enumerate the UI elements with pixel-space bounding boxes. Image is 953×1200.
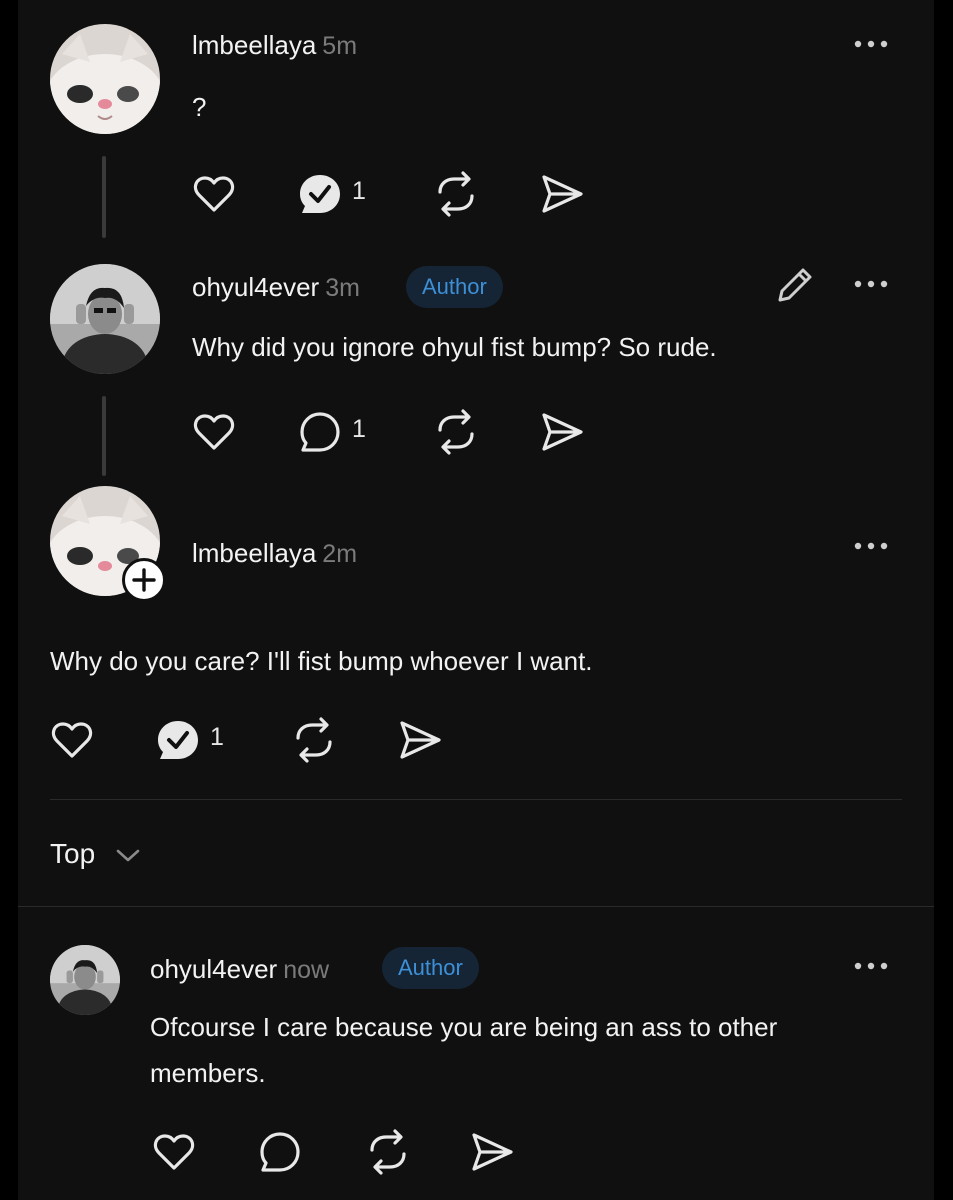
send-icon: [542, 175, 583, 213]
repost-button[interactable]: [432, 408, 480, 461]
repost-icon: [438, 409, 474, 455]
pencil-icon: [778, 268, 812, 302]
username-label: lmbeellaya: [192, 30, 317, 60]
username-label: lmbeellaya: [192, 538, 317, 568]
repost-button[interactable]: [364, 1128, 412, 1181]
repost-button[interactable]: [290, 716, 338, 769]
repost-icon: [296, 717, 332, 763]
reply-count: 1: [352, 177, 366, 205]
username[interactable]: lmbeellaya 5m: [192, 30, 357, 61]
share-button[interactable]: [468, 1128, 516, 1181]
username[interactable]: lmbeellaya 2m: [192, 538, 357, 569]
avatar[interactable]: [50, 264, 160, 374]
more-button[interactable]: [852, 536, 892, 556]
username[interactable]: ohyul4ever now: [150, 954, 329, 985]
comment-check-icon: [158, 721, 198, 759]
sort-dropdown[interactable]: Top: [50, 838, 143, 870]
reply-button[interactable]: [154, 716, 202, 769]
like-button[interactable]: [150, 1128, 198, 1181]
plus-icon: [132, 568, 156, 592]
timestamp: 2m: [322, 540, 358, 568]
timestamp: 5m: [322, 32, 358, 60]
repost-icon: [370, 1129, 406, 1175]
thread-line: [102, 396, 106, 476]
username-label: ohyul4ever: [192, 272, 320, 302]
reply-button[interactable]: [256, 1128, 304, 1181]
share-button[interactable]: [538, 170, 586, 223]
chevron-down-icon: [116, 849, 140, 861]
heart-icon: [153, 1134, 195, 1170]
thread-view: lmbeellaya 5m ? 1 ohyul4ever 3m Author W…: [18, 0, 934, 1200]
reply-count: 1: [210, 723, 224, 751]
repost-icon: [438, 171, 474, 217]
comment-text-line: members.: [150, 1058, 266, 1088]
avatar[interactable]: [50, 945, 120, 1015]
post-text: Why did you ignore ohyul fist bump? So r…: [192, 332, 717, 362]
avatar[interactable]: [50, 24, 160, 134]
sort-label: Top: [50, 838, 96, 869]
divider: [18, 906, 934, 907]
send-icon: [472, 1133, 513, 1171]
author-badge: Author: [382, 947, 479, 989]
comment-text-line: Ofcourse I care because you are being an…: [150, 1012, 778, 1042]
heart-icon: [193, 414, 235, 450]
more-button[interactable]: [852, 34, 892, 54]
timestamp: now: [283, 956, 330, 984]
share-button[interactable]: [538, 408, 586, 461]
edit-button[interactable]: [774, 264, 816, 311]
reply-button[interactable]: [296, 170, 344, 223]
heart-icon: [51, 722, 93, 758]
post-text: ?: [192, 92, 207, 122]
reply-count: 1: [352, 415, 366, 443]
divider: [50, 799, 902, 800]
author-badge: Author: [406, 266, 503, 308]
comment-icon: [300, 412, 340, 452]
heart-icon: [193, 176, 235, 212]
post-text: Why do you care? I'll fist bump whoever …: [50, 646, 593, 676]
send-icon: [542, 413, 583, 451]
comment-icon: [260, 1132, 300, 1172]
like-button[interactable]: [190, 170, 238, 223]
more-button[interactable]: [852, 274, 892, 294]
like-button[interactable]: [48, 716, 96, 769]
timestamp: 3m: [325, 274, 360, 302]
reply-button[interactable]: [296, 408, 344, 461]
comment-check-icon: [300, 175, 340, 213]
follow-button[interactable]: [122, 558, 166, 602]
username-label: ohyul4ever: [150, 954, 278, 984]
like-button[interactable]: [190, 408, 238, 461]
more-button[interactable]: [852, 956, 892, 976]
comment-text: Ofcourse I care because you are being an…: [150, 1004, 777, 1096]
share-button[interactable]: [396, 716, 444, 769]
username[interactable]: ohyul4ever 3m: [192, 272, 360, 303]
thread-line: [102, 156, 106, 238]
repost-button[interactable]: [432, 170, 480, 223]
send-icon: [400, 721, 441, 759]
